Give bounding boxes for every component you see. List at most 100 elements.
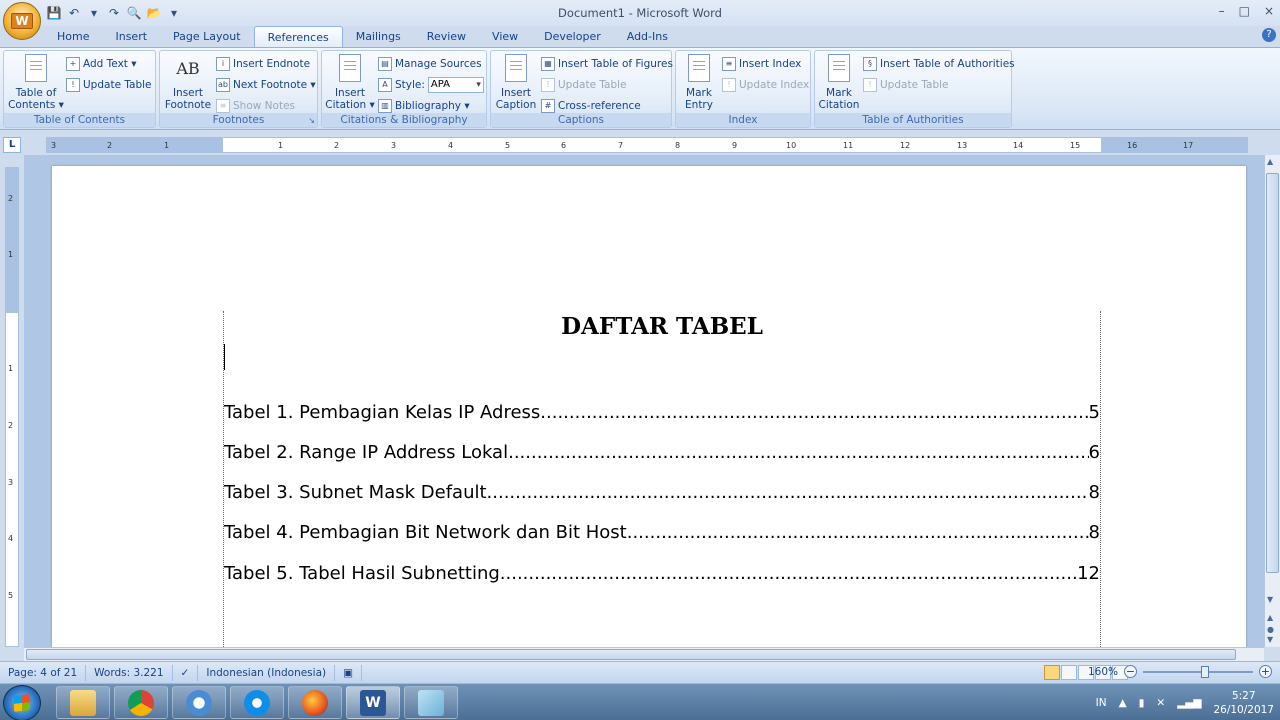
mark-entry-button[interactable]: Mark Entry — [678, 54, 720, 111]
toc-entry[interactable]: Tabel 5. Tabel Hasil Subnetting 12 — [224, 558, 1100, 584]
tab-references[interactable]: References — [253, 26, 343, 48]
tab-mailings[interactable]: Mailings — [343, 26, 414, 48]
taskbar-firefox[interactable] — [288, 686, 342, 719]
mark-citation-line2: Citation — [818, 99, 860, 111]
next-footnote-icon: ab — [216, 78, 230, 92]
document-page[interactable]: DAFTAR TABEL Tabel 1. Pembagian Kelas IP… — [52, 166, 1246, 647]
toc-entry-label: Tabel 5. Tabel Hasil Subnetting — [224, 563, 500, 584]
horizontal-ruler[interactable]: 3 2 1 1 2 3 4 5 6 7 8 9 10 11 12 13 14 1… — [46, 137, 1248, 153]
next-footnote-button[interactable]: ab Next Footnote ▾ — [216, 76, 316, 94]
insert-table-of-figures-button[interactable]: ▦ Insert Table of Figures — [541, 55, 673, 73]
insert-citation-button[interactable]: Insert Citation ▾ — [324, 54, 376, 111]
style-control: A Style: APA — [378, 76, 484, 94]
scroll-down-icon[interactable]: ▼ — [1267, 595, 1273, 604]
taskbar-chrome-alt[interactable] — [172, 686, 226, 719]
vruler-tick: 2 — [8, 194, 14, 203]
help-icon[interactable]: ? — [1262, 28, 1276, 42]
select-browse-object-icon[interactable]: ● — [1267, 625, 1274, 634]
toc-entry[interactable]: Tabel 1. Pembagian Kelas IP Adress 5 — [224, 397, 1100, 423]
manage-sources-button[interactable]: ▤ Manage Sources — [378, 55, 482, 73]
show-hidden-icons-icon[interactable]: ▲ — [1119, 697, 1127, 709]
ruler-right-margin — [1101, 138, 1247, 152]
language-indicator[interactable]: Indonesian (Indonesia) — [198, 664, 336, 681]
tab-selector[interactable]: L — [3, 137, 21, 153]
update-index-button[interactable]: ! Update Index — [722, 76, 809, 94]
taskbar-app[interactable] — [404, 686, 458, 719]
ruler-tick: 12 — [900, 141, 911, 150]
network-icon[interactable]: ▂▄▆ — [1177, 697, 1201, 709]
taskbar-word[interactable]: W — [346, 686, 400, 719]
power-icon[interactable]: ▮ — [1139, 697, 1145, 709]
print-layout-view-icon[interactable] — [1044, 665, 1060, 680]
add-text-button[interactable]: + Add Text ▾ — [66, 55, 137, 73]
ruler-tick: 6 — [561, 141, 567, 150]
previous-page-icon[interactable]: ▲ — [1267, 613, 1273, 622]
word-count[interactable]: Words: 3.221 — [86, 664, 173, 681]
toa-update-table-button[interactable]: ! Update Table — [863, 76, 949, 94]
horizontal-scrollbar[interactable] — [24, 647, 1264, 661]
zoom-slider-knob[interactable] — [1201, 665, 1209, 678]
toc-leader-dots — [508, 442, 1088, 463]
mark-entry-icon — [688, 54, 710, 82]
style-select[interactable]: APA — [427, 77, 484, 93]
office-button[interactable]: W — [3, 2, 41, 40]
start-button[interactable] — [3, 685, 41, 720]
zoom-in-button[interactable]: + — [1259, 665, 1272, 678]
vertical-ruler[interactable]: 2 1 1 2 3 4 5 — [5, 167, 19, 647]
zoom-out-button[interactable]: − — [1124, 665, 1137, 678]
maximize-button[interactable]: □ — [1239, 4, 1250, 18]
insert-index-button[interactable]: ≡ Insert Index — [722, 55, 801, 73]
full-screen-reading-view-icon[interactable] — [1061, 665, 1077, 680]
horizontal-scroll-thumb[interactable] — [26, 649, 1236, 660]
tab-review[interactable]: Review — [414, 26, 479, 48]
add-text-label: Add Text ▾ — [83, 58, 137, 70]
tab-insert[interactable]: Insert — [102, 26, 160, 48]
tab-developer[interactable]: Developer — [531, 26, 614, 48]
tab-home[interactable]: Home — [44, 26, 102, 48]
toc-entry[interactable]: Tabel 4. Pembagian Bit Network dan Bit H… — [224, 517, 1100, 543]
mark-citation-button[interactable]: Mark Citation — [817, 54, 861, 111]
taskbar-chrome[interactable] — [114, 686, 168, 719]
zoom-control: 160% − + — [1088, 665, 1272, 678]
toc-entry[interactable]: Tabel 3. Subnet Mask Default 8 — [224, 477, 1100, 503]
toc-entry[interactable]: Tabel 2. Range IP Address Lokal 6 — [224, 437, 1100, 463]
tab-page-layout[interactable]: Page Layout — [160, 26, 254, 48]
tab-add-ins[interactable]: Add-Ins — [614, 26, 681, 48]
macro-record-icon[interactable]: ▣ — [335, 664, 363, 681]
toc-leader-dots — [540, 402, 1088, 423]
captions-update-table-button[interactable]: ! Update Table — [541, 76, 627, 94]
update-table-button[interactable]: ! Update Table — [66, 76, 152, 94]
captions-update-icon: ! — [541, 78, 555, 92]
input-language[interactable]: IN — [1096, 697, 1107, 709]
zoom-slider[interactable] — [1143, 665, 1253, 678]
vertical-scroll-thumb[interactable] — [1266, 173, 1279, 573]
clock[interactable]: 5:27 26/10/2017 — [1213, 689, 1274, 717]
toc-entry-label: Tabel 3. Subnet Mask Default — [224, 482, 487, 503]
toc-entry-label: Tabel 1. Pembagian Kelas IP Adress — [224, 402, 541, 423]
next-page-icon[interactable]: ▼ — [1267, 635, 1273, 644]
list-of-tables[interactable]: DAFTAR TABEL Tabel 1. Pembagian Kelas IP… — [223, 311, 1101, 647]
insert-footnote-button[interactable]: AB Insert Footnote — [162, 54, 214, 111]
footnotes-dialog-launcher-icon[interactable]: ↘ — [308, 116, 315, 125]
table-of-contents-button[interactable]: Table of Contents ▾ — [8, 54, 64, 111]
show-notes-label: Show Notes — [233, 100, 295, 112]
toc-entry-label: Tabel 2. Range IP Address Lokal — [224, 442, 509, 463]
page-count[interactable]: Page: 4 of 21 — [0, 664, 87, 681]
minimize-button[interactable]: – — [1219, 4, 1225, 18]
close-button[interactable]: × — [1264, 4, 1274, 18]
taskbar-explorer[interactable] — [56, 686, 110, 719]
clock-date: 26/10/2017 — [1213, 703, 1274, 716]
volume-muted-icon[interactable]: ✕ — [1156, 697, 1165, 709]
group-label-toc: Table of Contents — [4, 113, 155, 127]
scroll-up-icon[interactable]: ▲ — [1267, 157, 1273, 166]
toc-button-line2: Contents ▾ — [8, 99, 64, 111]
proofing-icon[interactable]: ✓ — [173, 664, 199, 681]
group-label-index: Index — [676, 113, 810, 127]
vertical-scrollbar[interactable]: ▲ ▼ ▲ ● ▼ — [1264, 155, 1280, 647]
zoom-level[interactable]: 160% — [1088, 666, 1118, 678]
tab-view[interactable]: View — [479, 26, 531, 48]
taskbar-teamviewer[interactable] — [230, 686, 284, 719]
insert-table-of-authorities-button[interactable]: § Insert Table of Authorities — [863, 55, 1015, 73]
insert-caption-button[interactable]: Insert Caption — [493, 54, 539, 111]
insert-endnote-button[interactable]: i Insert Endnote — [216, 55, 310, 73]
